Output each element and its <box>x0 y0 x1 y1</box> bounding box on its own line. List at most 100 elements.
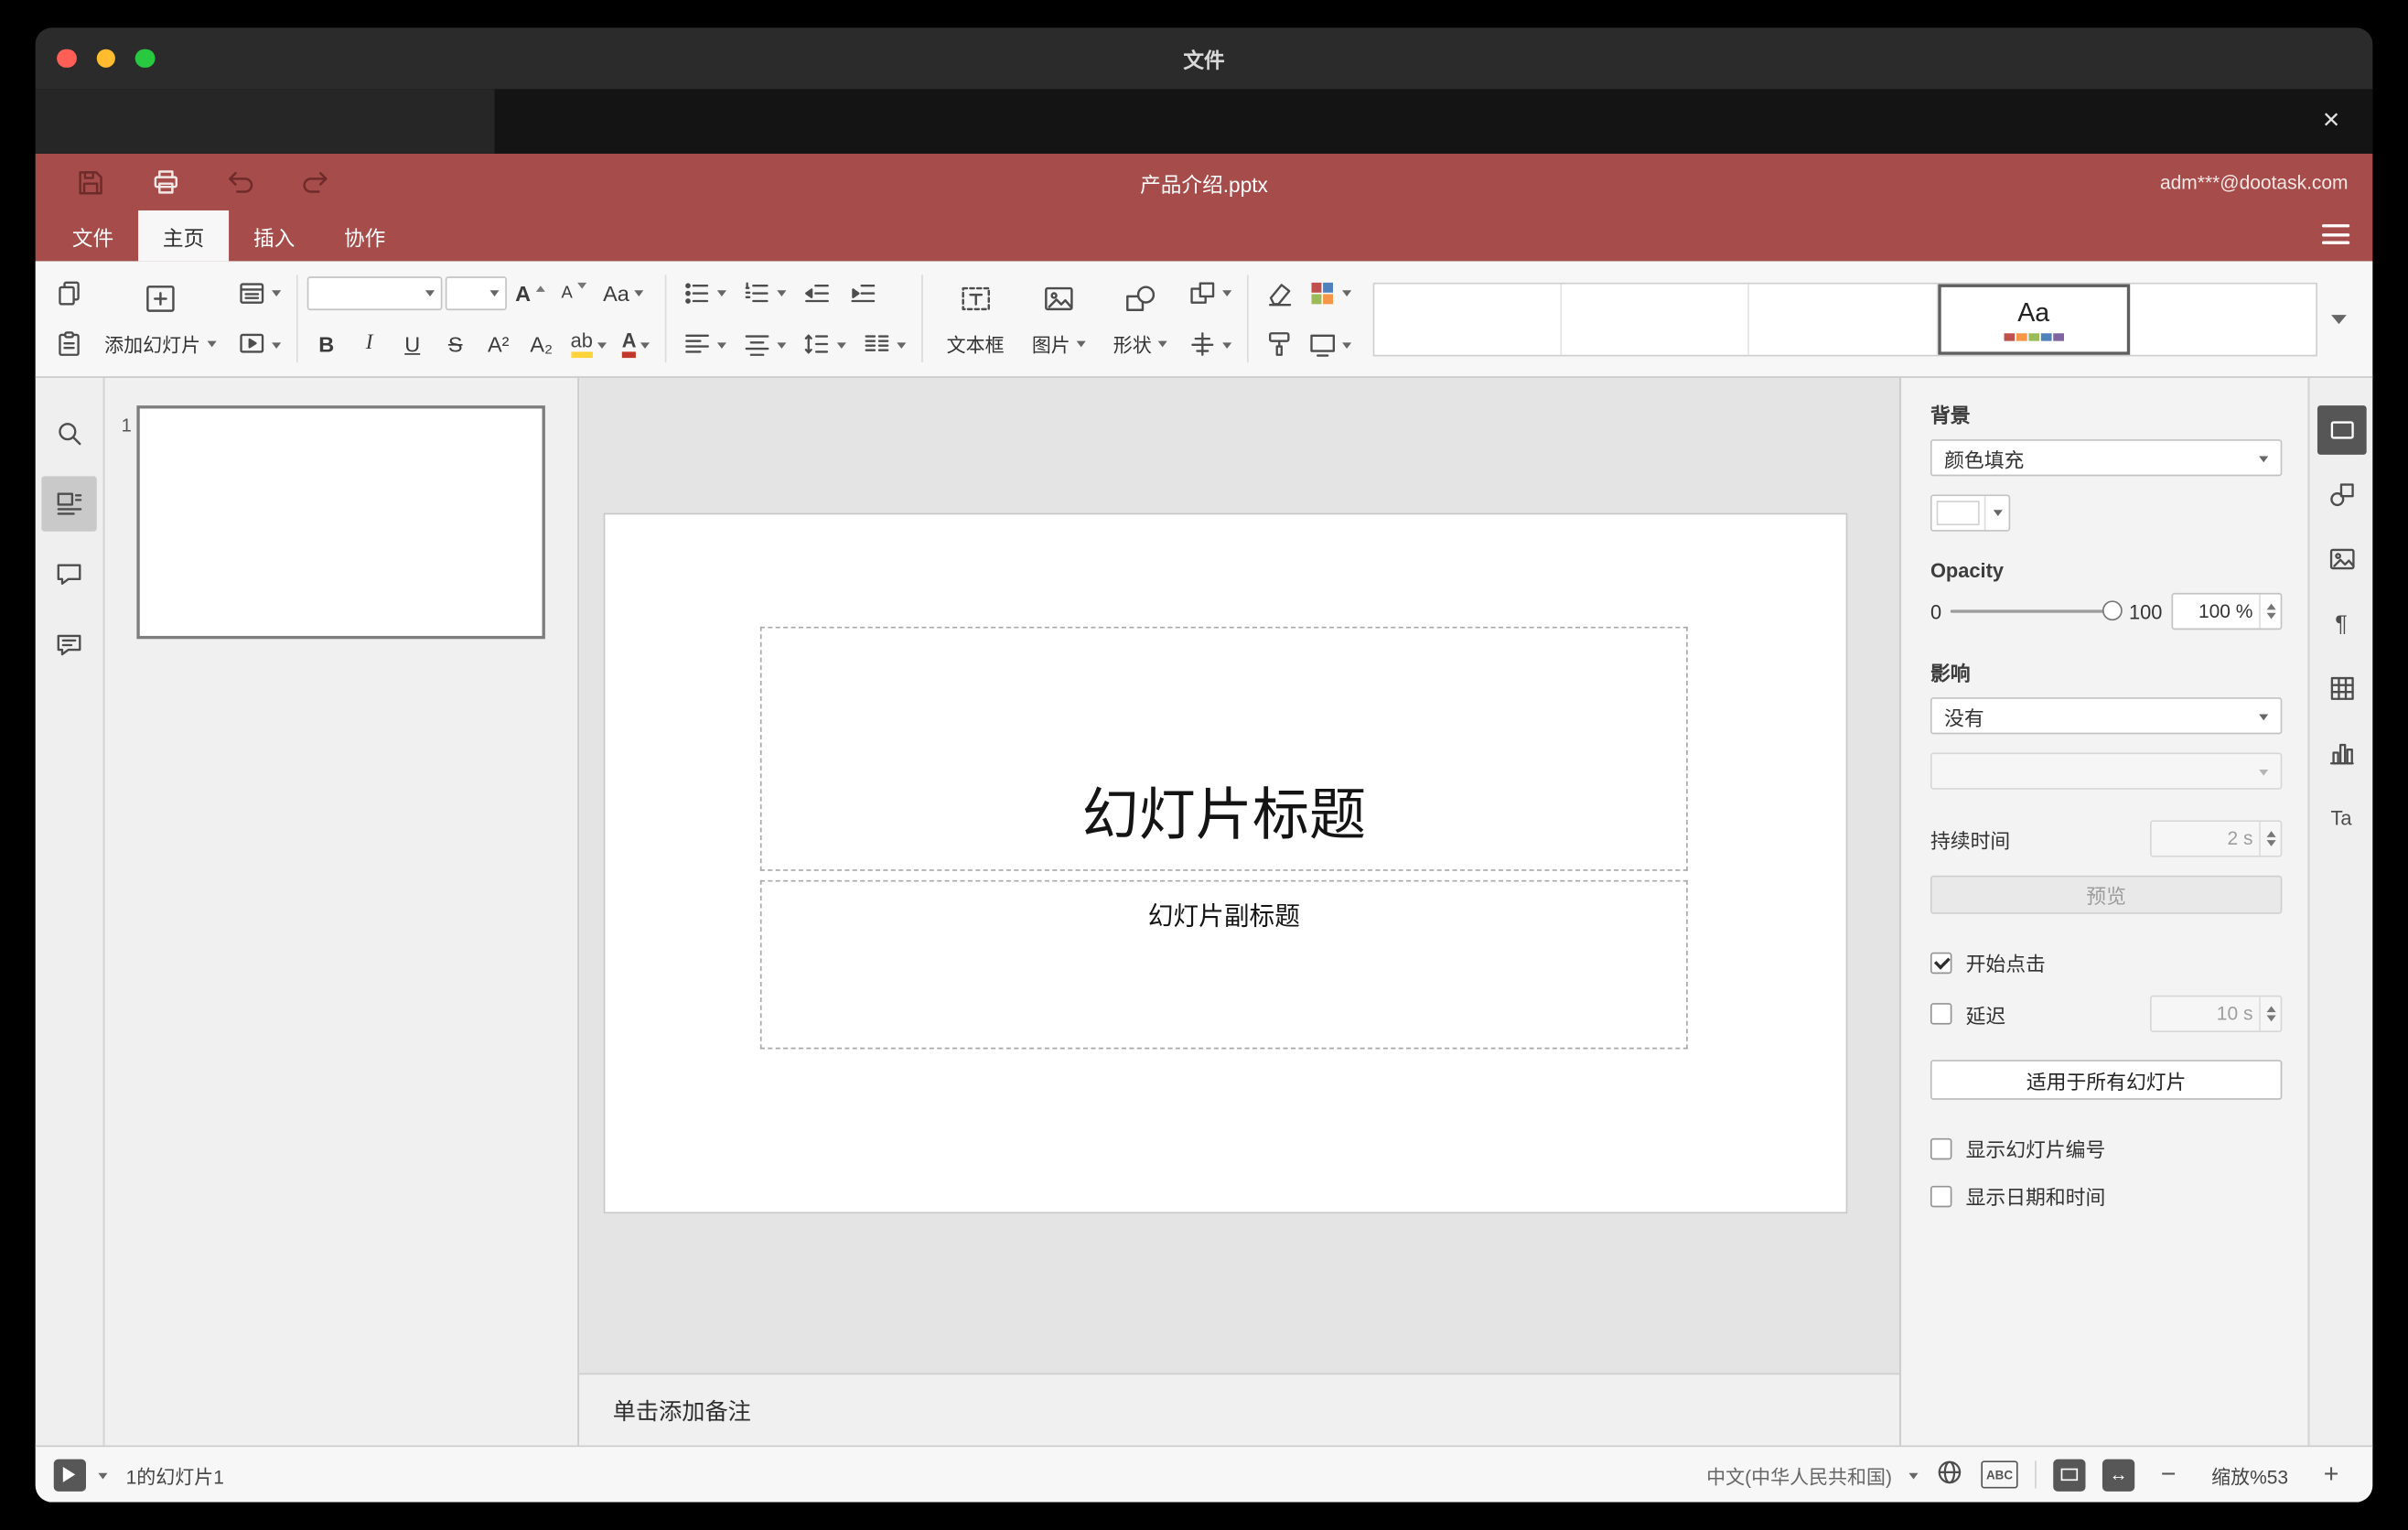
opacity-spinner[interactable] <box>2259 594 2281 629</box>
language-status[interactable]: 中文(中华人民共和国) <box>1706 1460 1892 1489</box>
print-icon[interactable] <box>147 165 181 199</box>
comments-icon[interactable] <box>41 547 96 602</box>
window-minimize-button[interactable] <box>95 48 115 69</box>
slide-thumbnail[interactable] <box>136 405 545 640</box>
zoom-in-button[interactable]: + <box>2315 1460 2349 1491</box>
slideshow-options-chevron-icon[interactable] <box>98 1471 108 1483</box>
increase-indent-icon[interactable] <box>842 273 885 313</box>
chart-settings-icon[interactable] <box>2317 728 2366 778</box>
strikethrough-button[interactable]: S <box>435 325 476 365</box>
theme-option-selected[interactable]: Aa <box>1937 283 2130 354</box>
highlight-color-button[interactable]: ab <box>564 325 613 365</box>
subtitle-placeholder[interactable]: 幻灯片副标题 <box>759 879 1688 1050</box>
slide-canvas-area: 幻灯片标题 幻灯片副标题 <box>578 377 1900 1374</box>
dialog-close-icon[interactable]: × <box>2311 102 2351 142</box>
numbering-button[interactable] <box>736 273 793 313</box>
bold-button[interactable]: B <box>306 325 347 365</box>
start-on-click-row[interactable]: 开始点击 <box>1930 948 2282 977</box>
textbox-button[interactable]: 文本框 <box>933 261 1018 376</box>
menu-icon[interactable] <box>2321 224 2350 244</box>
slide-settings-icon[interactable] <box>2317 405 2366 455</box>
start-slideshow-button[interactable] <box>230 325 286 365</box>
horizontal-align-button[interactable] <box>676 325 733 365</box>
paragraph-settings-icon[interactable]: ¶ <box>2317 599 2366 649</box>
apply-to-all-slides-button[interactable]: 适用于所有幻灯片 <box>1930 1060 2283 1100</box>
image-settings-icon[interactable] <box>2317 534 2366 584</box>
opacity-spinbox[interactable] <box>2171 592 2283 630</box>
chat-icon[interactable] <box>41 618 96 673</box>
align-shapes-button[interactable] <box>1181 325 1238 365</box>
font-name-input[interactable] <box>307 277 425 308</box>
window-close-button[interactable] <box>57 48 77 69</box>
bullets-button[interactable] <box>676 273 733 313</box>
slide-size-button[interactable] <box>1301 325 1358 365</box>
slide[interactable]: 幻灯片标题 幻灯片副标题 <box>605 514 1846 1212</box>
opacity-slider[interactable] <box>1951 600 2123 622</box>
change-case-button[interactable]: Aa <box>597 273 649 313</box>
undo-icon[interactable] <box>222 165 256 199</box>
font-size-input[interactable] <box>446 277 489 308</box>
tab-collaboration[interactable]: 协作 <box>319 210 410 261</box>
font-size-combo[interactable] <box>444 275 507 310</box>
zoom-out-button[interactable]: − <box>2152 1460 2186 1491</box>
vertical-align-button[interactable] <box>736 325 793 365</box>
copy-icon[interactable] <box>48 273 91 313</box>
start-on-click-checkbox[interactable] <box>1930 951 1952 974</box>
subscript-button[interactable]: A₂ <box>521 325 562 365</box>
columns-button[interactable] <box>856 325 913 365</box>
tab-insert[interactable]: 插入 <box>229 210 319 261</box>
tab-file[interactable]: 文件 <box>48 210 138 261</box>
fit-to-slide-icon[interactable] <box>2053 1458 2086 1492</box>
show-slide-number-row[interactable]: 显示幻灯片编号 <box>1930 1134 2282 1163</box>
superscript-button[interactable]: A² <box>478 325 519 365</box>
theme-gallery-expand-icon[interactable] <box>2317 282 2360 356</box>
document-language-icon[interactable] <box>1935 1458 1964 1492</box>
delay-row[interactable]: 延迟 <box>1930 999 2005 1029</box>
font-name-combo[interactable] <box>306 275 442 310</box>
opacity-input[interactable] <box>2173 594 2260 629</box>
line-spacing-button[interactable] <box>796 325 853 365</box>
background-color-picker[interactable] <box>1930 494 2011 532</box>
background-fill-select[interactable]: 颜色填充 <box>1930 439 2283 477</box>
save-icon[interactable] <box>72 165 106 199</box>
shape-button[interactable]: 形状 <box>1100 261 1181 376</box>
slide-layout-button[interactable] <box>230 273 286 313</box>
fit-to-width-icon[interactable]: ↔ <box>2102 1458 2135 1492</box>
window-zoom-button[interactable] <box>134 48 155 69</box>
color-scheme-button[interactable] <box>1301 273 1358 313</box>
start-slideshow-status-icon[interactable] <box>53 1458 86 1492</box>
theme-option-2[interactable] <box>1562 283 1750 354</box>
show-slide-number-checkbox[interactable] <box>1930 1137 1952 1159</box>
show-date-time-checkbox[interactable] <box>1930 1185 1952 1207</box>
arrange-shapes-button[interactable] <box>1181 273 1238 313</box>
paste-icon[interactable] <box>48 325 91 365</box>
title-placeholder[interactable]: 幻灯片标题 <box>759 626 1688 871</box>
transition-effect-select[interactable]: 没有 <box>1930 697 2283 735</box>
decrease-font-icon[interactable]: A <box>554 273 594 313</box>
table-settings-icon[interactable] <box>2317 663 2366 713</box>
show-date-time-row[interactable]: 显示日期和时间 <box>1930 1181 2282 1211</box>
tab-home[interactable]: 主页 <box>138 210 230 262</box>
theme-option-1[interactable] <box>1374 283 1563 354</box>
italic-button[interactable]: I <box>349 325 390 365</box>
decrease-indent-icon[interactable] <box>796 273 839 313</box>
redo-icon[interactable] <box>298 165 332 199</box>
notes-area[interactable]: 单击添加备注 <box>578 1373 1900 1446</box>
spellcheck-icon[interactable]: ABC <box>1981 1460 2018 1489</box>
clear-style-icon[interactable] <box>1258 273 1301 313</box>
theme-option-5[interactable] <box>2130 284 2316 354</box>
increase-font-icon[interactable]: A <box>509 273 551 313</box>
font-color-button[interactable]: A <box>616 325 656 365</box>
slides-panel-icon[interactable] <box>41 476 97 532</box>
theme-option-3[interactable] <box>1749 283 1938 354</box>
delay-checkbox[interactable] <box>1930 1003 1952 1025</box>
underline-button[interactable]: U <box>392 325 433 365</box>
image-button[interactable]: 图片 <box>1018 261 1100 376</box>
add-slide-button[interactable]: 添加幻灯片 <box>91 261 230 376</box>
search-icon[interactable] <box>41 405 96 460</box>
language-chevron-icon[interactable] <box>1908 1471 1919 1483</box>
copy-style-icon[interactable] <box>1258 325 1301 365</box>
textart-settings-icon[interactable]: Ta <box>2317 792 2366 842</box>
shape-settings-icon[interactable] <box>2317 470 2366 520</box>
opacity-slider-knob[interactable] <box>2102 600 2123 621</box>
